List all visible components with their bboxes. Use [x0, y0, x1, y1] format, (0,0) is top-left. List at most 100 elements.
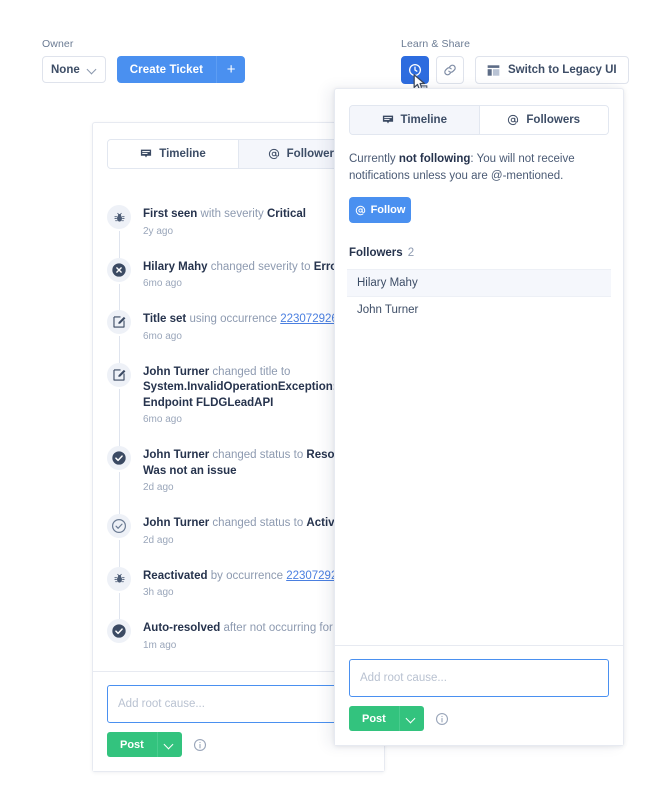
- timeline-connector: [118, 231, 120, 258]
- followers-list: Hilary Mahy John Turner: [347, 269, 611, 323]
- follow-status-notice: Currently not following: You will not re…: [349, 151, 609, 184]
- timeline-event-subject: Reactivated: [143, 569, 208, 582]
- copy-link-button[interactable]: [436, 56, 464, 84]
- screenshot-root: Owner None Create Ticket + Learn & Share: [0, 0, 658, 798]
- edit-icon: [107, 310, 131, 334]
- timeline-event-action: changed status to: [209, 449, 307, 461]
- timeline-connector: [118, 592, 120, 620]
- switch-to-legacy-ui-label: Switch to Legacy UI: [508, 64, 617, 76]
- chevron-down-icon: [88, 65, 97, 74]
- timeline-event-subject: John Turner: [143, 517, 210, 529]
- at-sign-icon: [268, 148, 280, 160]
- timeline-event-subject: Hilary Mahy: [143, 260, 208, 273]
- bug-icon: [107, 566, 131, 591]
- create-ticket-split-button: Create Ticket +: [116, 56, 246, 83]
- timeline-event-action: using occurrence: [186, 313, 281, 325]
- error-circle-icon: [107, 257, 131, 282]
- info-icon[interactable]: [193, 738, 207, 752]
- check-outline-icon: [107, 514, 131, 538]
- chevron-down-icon: [165, 740, 174, 749]
- notice-strong: not following: [398, 153, 471, 165]
- root-cause-input[interactable]: [107, 685, 370, 723]
- timeline-event-text: First seen with severity Critical: [143, 207, 306, 223]
- comment-icon: [140, 148, 152, 160]
- timeline-event-action: changed title to: [209, 365, 291, 378]
- chevron-down-icon: [407, 714, 416, 723]
- tab-timeline-label: Timeline: [159, 148, 206, 160]
- comment-icon: [382, 114, 394, 126]
- switch-to-legacy-ui-button[interactable]: Switch to Legacy UI: [475, 56, 629, 84]
- post-dropdown-button[interactable]: [156, 732, 182, 757]
- create-ticket-button[interactable]: Create Ticket: [116, 56, 217, 83]
- followers-panel: Timeline Followers Currently not followi…: [334, 88, 624, 746]
- timeline-panel-tabbar: Timeline Followers: [107, 139, 370, 169]
- owner-select[interactable]: None: [42, 56, 106, 83]
- timeline-event-action: by occurrence: [207, 569, 287, 582]
- timeline-event-value: System.InvalidOperationException: Endpoi…: [143, 381, 337, 409]
- timeline-event-text: John Turner changed status to Active: [143, 516, 341, 532]
- timeline-connector: [118, 472, 120, 514]
- followers-heading-label: Followers: [349, 247, 403, 259]
- check-filled-icon: [107, 619, 131, 643]
- follower-row[interactable]: John Turner: [347, 296, 611, 323]
- clock-icon: [408, 63, 422, 77]
- timeline-event-timestamp: 2d ago: [143, 534, 174, 546]
- check-filled-icon: [107, 446, 131, 470]
- root-cause-input[interactable]: [349, 659, 609, 697]
- timeline-event-subject: John Turner: [143, 449, 210, 461]
- follow-button-label: Follow: [370, 204, 406, 216]
- tab-followers[interactable]: Followers: [478, 106, 608, 134]
- tab-timeline[interactable]: Timeline: [350, 106, 479, 134]
- tab-followers-label: Followers: [286, 148, 341, 160]
- timeline-connector: [118, 540, 120, 567]
- timeline-event-timestamp: 6mo ago: [143, 330, 182, 342]
- post-button[interactable]: Post: [349, 706, 399, 731]
- timeline-event-timestamp: 2y ago: [143, 225, 174, 237]
- owner-label: Owner: [42, 38, 74, 50]
- edit-icon: [107, 362, 131, 387]
- timeline-connector: [118, 283, 120, 311]
- follower-name: John Turner: [357, 304, 419, 316]
- timeline-event-body: Hilary Mahy changed severity to Error 6mo…: [143, 258, 342, 291]
- timeline-event-body: First seen with severity Critical 2y ago: [143, 205, 306, 238]
- timeline-event-action: changed status to: [209, 517, 307, 529]
- post-dropdown-button[interactable]: [398, 706, 424, 731]
- info-icon[interactable]: [435, 712, 449, 726]
- owner-select-value: None: [51, 63, 80, 76]
- follow-button[interactable]: Follow: [349, 197, 411, 223]
- timeline-event-subject: Auto-resolved: [143, 622, 221, 634]
- link-icon: [443, 63, 457, 77]
- timeline-event-subject: Title set: [143, 313, 187, 325]
- follower-name: Hilary Mahy: [357, 277, 418, 289]
- at-sign-icon: [507, 114, 519, 126]
- at-sign-icon: [355, 205, 366, 216]
- create-ticket-add-button[interactable]: +: [216, 56, 246, 83]
- followers-count: 2: [407, 247, 415, 259]
- timeline-event-body: John Turner changed status to Active 2d a…: [143, 514, 341, 547]
- timeline-event-text: Hilary Mahy changed severity to Error: [143, 260, 342, 276]
- notice-prefix: Currently: [349, 153, 399, 165]
- history-toggle-button[interactable]: [401, 56, 429, 92]
- timeline-connector: [118, 336, 120, 363]
- timeline-event-subject: John Turner: [143, 365, 210, 378]
- tab-timeline-label: Timeline: [400, 114, 447, 126]
- timeline-event-subject: First seen: [143, 208, 198, 220]
- followers-panel-tabbar: Timeline Followers: [349, 105, 609, 135]
- timeline-event-action: with severity: [197, 208, 267, 220]
- learn-share-label: Learn & Share: [401, 38, 471, 50]
- learn-share-toolbar-group: Learn & Share Switch to Legacy UI: [401, 38, 629, 92]
- timeline-event-timestamp: 3h ago: [143, 587, 174, 598]
- timeline-event-value: Critical: [267, 208, 306, 220]
- timeline-event-text: Reactivated by occurrence 2230729264: [143, 569, 350, 585]
- tab-timeline[interactable]: Timeline: [108, 140, 238, 168]
- timeline-event-action: changed severity to: [207, 260, 314, 273]
- post-button[interactable]: Post: [107, 732, 157, 757]
- follower-row[interactable]: Hilary Mahy: [347, 269, 611, 296]
- timeline-event-body: Title set using occurrence 2230729264 6mo…: [143, 310, 344, 343]
- followers-composer: Post: [335, 645, 623, 745]
- owner-toolbar-group: Owner None Create Ticket +: [42, 38, 246, 83]
- timeline-event-text: Title set using occurrence 2230729264: [143, 312, 344, 328]
- composer-actions: Post: [107, 732, 370, 757]
- followers-heading: Followers 2: [349, 247, 609, 259]
- composer-actions: Post: [349, 706, 609, 731]
